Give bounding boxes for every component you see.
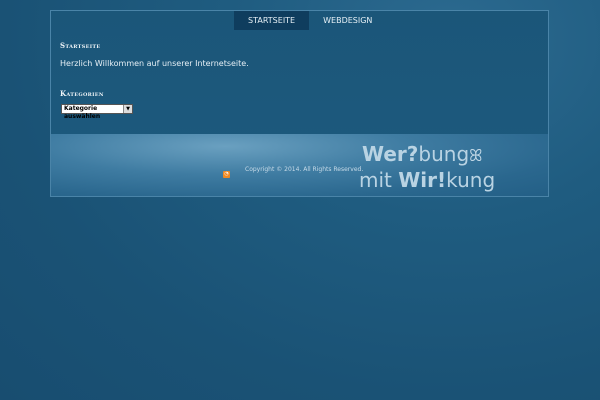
copyright-text: Copyright © 2014. All Rights Reserved. <box>245 166 364 173</box>
butterfly-icon: ꕤ <box>469 146 483 165</box>
footer: ◔ Copyright © 2014. All Rights Reserved.… <box>51 134 548 196</box>
chevron-down-icon[interactable]: ▼ <box>123 105 132 113</box>
page-container: STARTSEITE WEBDESIGN Startseite Herzlich… <box>50 10 549 197</box>
nav-webdesign[interactable]: WEBDESIGN <box>309 11 386 30</box>
categories-heading: Kategorien <box>60 89 104 98</box>
rss-icon[interactable]: ◔ <box>223 171 230 178</box>
logo-text: mit <box>359 168 399 192</box>
logo-text: Wer? <box>362 142 419 166</box>
logo-text: Wir! <box>398 168 447 192</box>
category-select[interactable]: Kategorie auswählen ▼ <box>61 104 133 120</box>
main-nav: STARTSEITE WEBDESIGN <box>234 11 386 30</box>
logo: Wer?bungꕤ mit Wir!kung <box>359 142 496 192</box>
category-select-value: Kategorie auswählen <box>64 105 101 120</box>
nav-startseite[interactable]: STARTSEITE <box>234 11 310 30</box>
logo-text: kung <box>446 168 496 192</box>
page-title: Startseite <box>60 41 101 50</box>
welcome-text: Herzlich Willkommen auf unserer Internet… <box>60 59 249 68</box>
logo-text: bung <box>418 142 470 166</box>
